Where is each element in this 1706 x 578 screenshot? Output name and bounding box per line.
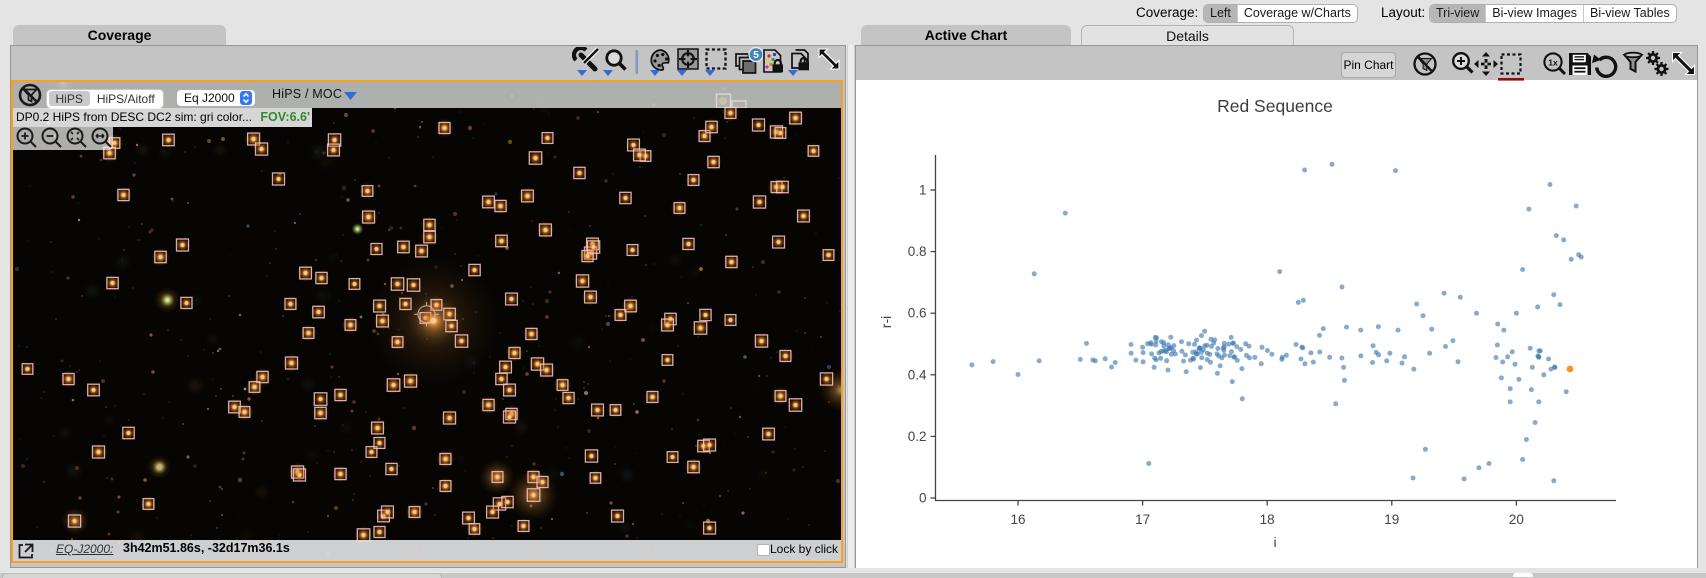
svg-text:18: 18 — [1260, 512, 1275, 527]
svg-text:0.2: 0.2 — [908, 429, 927, 444]
svg-text:0.6: 0.6 — [908, 306, 927, 321]
svg-text:r-i: r-i — [878, 316, 894, 328]
svg-text:16: 16 — [1010, 512, 1025, 527]
svg-text:17: 17 — [1135, 512, 1150, 527]
svg-text:Red Sequence: Red Sequence — [1217, 96, 1333, 116]
svg-text:i: i — [1273, 534, 1276, 550]
svg-text:19: 19 — [1384, 512, 1399, 527]
svg-text:5: 5 — [753, 49, 759, 61]
svg-text:0.4: 0.4 — [908, 367, 927, 382]
svg-text:0: 0 — [919, 491, 927, 506]
svg-text:1x: 1x — [1548, 58, 1558, 68]
svg-text:20: 20 — [1509, 512, 1524, 527]
svg-text:0.8: 0.8 — [908, 244, 927, 259]
svg-text:1: 1 — [919, 183, 927, 198]
